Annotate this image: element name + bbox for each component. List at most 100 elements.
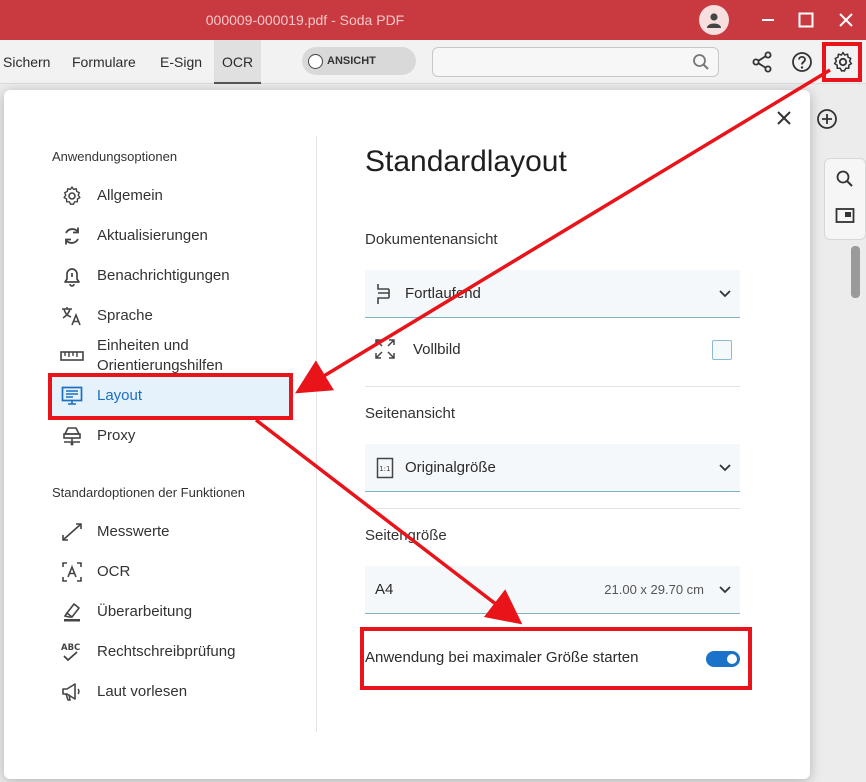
title-bar: 000009-000019.pdf - Soda PDF	[0, 0, 866, 40]
help-icon	[792, 52, 812, 72]
menu-bar: Sichern Formulare E-Sign OCR ANSICHT	[0, 40, 866, 84]
sidebar-item-laut-vorlesen[interactable]: Laut vorlesen	[52, 672, 290, 712]
sidebar-item-label: OCR	[97, 563, 131, 580]
close-window-button[interactable]	[826, 0, 866, 40]
gear-icon	[833, 51, 853, 72]
doc-view-select[interactable]: Fortlaufend	[365, 270, 740, 318]
search-input[interactable]	[432, 47, 719, 77]
continuous-scroll-icon	[365, 283, 405, 305]
separator	[365, 386, 740, 387]
sidebar-item-allgemein[interactable]: Allgemein	[52, 176, 290, 216]
sidebar-item-label: Aktualisierungen	[97, 227, 208, 244]
bell-icon	[52, 256, 92, 296]
chevron-down-icon	[710, 289, 740, 298]
sidebar-item-proxy[interactable]: Proxy	[52, 416, 290, 456]
sidebar-item-ocr[interactable]: OCR	[52, 552, 290, 592]
actual-size-icon: 1:1	[365, 457, 405, 479]
chevron-down-icon	[710, 585, 740, 594]
sidebar-item-layout[interactable]: Layout	[52, 376, 290, 416]
start-maximized-label: Anwendung bei maximaler Größe starten	[365, 649, 639, 666]
network-icon	[52, 416, 92, 456]
view-toggle-label: ANSICHT	[327, 55, 376, 67]
page-size-select[interactable]: A4 21.00 x 29.70 cm	[365, 566, 740, 614]
sidebar-item-aktualisierungen[interactable]: Aktualisierungen	[52, 216, 290, 256]
section-feature-options: Standardoptionen der Funktionen	[52, 485, 245, 500]
ruler-icon	[52, 336, 92, 376]
search-icon	[692, 53, 710, 76]
sidebar-item-label: Benachrichtigungen	[97, 267, 230, 284]
fullscreen-label: Vollbild	[413, 340, 461, 358]
sidebar-item-label: Rechtschreibprüfung	[97, 643, 236, 660]
menu-esign[interactable]: E-Sign	[160, 40, 202, 84]
maximize-icon	[798, 12, 814, 28]
svg-text:1:1: 1:1	[379, 465, 390, 473]
sidebar-item-ueberarbeitung[interactable]: Überarbeitung	[52, 592, 290, 632]
sync-icon	[52, 216, 92, 256]
minimize-button[interactable]	[748, 0, 788, 40]
thumbnail-button[interactable]	[835, 207, 855, 230]
settings-button[interactable]	[829, 48, 857, 76]
side-tool-panel	[824, 158, 866, 240]
close-icon	[839, 13, 853, 27]
sidebar-item-messwerte[interactable]: Messwerte	[52, 512, 290, 552]
doc-view-label: Dokumentenansicht	[365, 231, 498, 248]
expand-icon	[365, 339, 405, 359]
measure-icon	[52, 512, 92, 552]
translate-icon	[52, 296, 92, 336]
preferences-dialog: Anwendungsoptionen Allgemein Aktualisier…	[4, 90, 810, 779]
sidebar-item-label: Layout	[97, 387, 143, 404]
chevron-down-icon	[710, 463, 740, 472]
user-avatar[interactable]	[699, 5, 729, 35]
fullscreen-checkbox[interactable]	[712, 340, 732, 360]
menu-sichern[interactable]: Sichern	[3, 40, 50, 84]
menu-formulare[interactable]: Formulare	[72, 40, 136, 84]
start-maximized-toggle[interactable]	[706, 651, 740, 667]
section-app-options: Anwendungsoptionen	[52, 149, 178, 164]
svg-text:ABC: ABC	[61, 643, 80, 653]
sidebar-item-label: Laut vorlesen	[97, 683, 188, 700]
plus-circle-icon	[817, 109, 837, 129]
close-dialog-button[interactable]	[772, 106, 796, 130]
help-button[interactable]	[788, 48, 816, 76]
doc-view-value: Fortlaufend	[405, 285, 481, 302]
page-view-value: Originalgröße	[405, 459, 496, 476]
search-icon	[836, 170, 853, 187]
megaphone-icon	[52, 672, 92, 712]
toggle-knob	[308, 53, 323, 69]
separator	[365, 508, 740, 509]
scrollbar-thumb[interactable]	[851, 246, 860, 298]
add-button[interactable]	[812, 104, 842, 134]
ocr-icon	[52, 552, 92, 592]
window-icon	[835, 208, 855, 223]
page-size-value: A4	[375, 581, 394, 598]
sidebar-item-label: Sprache	[97, 307, 153, 324]
sidebar-item-rechtschreibpruefung[interactable]: ABC Rechtschreibprüfung	[52, 632, 290, 672]
minimize-icon	[762, 19, 774, 21]
sidebar-item-label: Proxy	[97, 427, 136, 444]
page-view-select[interactable]: 1:1 Originalgröße	[365, 444, 740, 492]
fullscreen-row: Vollbild	[365, 334, 740, 364]
sidebar-item-benachrichtigungen[interactable]: Benachrichtigungen	[52, 256, 290, 296]
sidebar-item-sprache[interactable]: Sprache	[52, 296, 290, 336]
sidebar-item-label: Einheiten und Orientierungshilfen	[97, 337, 223, 374]
share-icon	[752, 51, 772, 73]
menu-ocr[interactable]: OCR	[214, 40, 262, 84]
toggle-knob	[727, 654, 737, 664]
sidebar-divider	[316, 136, 317, 732]
page-title: Standardlayout	[365, 145, 567, 178]
share-button[interactable]	[748, 48, 776, 76]
sidebar-item-label: Allgemein	[97, 187, 163, 204]
maximize-button[interactable]	[786, 0, 826, 40]
gear-icon	[52, 176, 92, 216]
sidebar-item-einheiten[interactable]: Einheiten und Orientierungshilfen	[52, 336, 290, 376]
page-view-label: Seitenansicht	[365, 405, 456, 422]
view-toggle[interactable]: ANSICHT	[302, 47, 416, 75]
sidebar-item-label: Überarbeitung	[97, 603, 193, 620]
spellcheck-icon: ABC	[52, 632, 92, 672]
layout-icon	[52, 376, 92, 416]
separator	[365, 630, 740, 631]
zoom-search-button[interactable]	[835, 169, 855, 194]
close-icon	[777, 111, 791, 125]
page-size-dims: 21.00 x 29.70 cm	[604, 582, 704, 597]
sidebar-item-label: Messwerte	[97, 523, 170, 540]
